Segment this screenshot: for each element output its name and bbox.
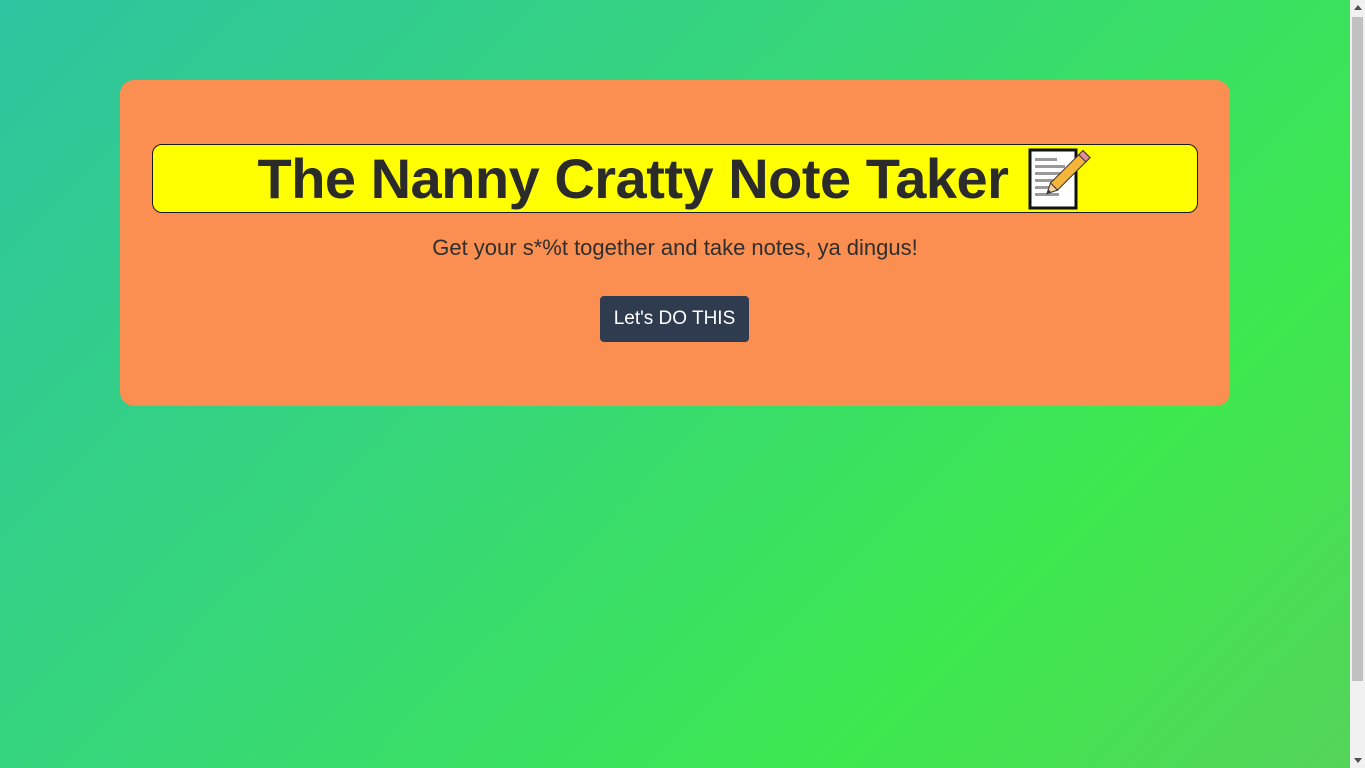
- landing-page: The Nanny Cratty Note Taker Get your s*%…: [0, 0, 1350, 768]
- memo-pencil-icon: [1026, 146, 1092, 212]
- scroll-down-arrow-icon[interactable]: [1350, 753, 1365, 768]
- tagline: Get your s*%t together and take notes, y…: [432, 235, 918, 260]
- title-banner: The Nanny Cratty Note Taker: [152, 144, 1198, 213]
- scroll-up-arrow-icon[interactable]: [1350, 0, 1365, 15]
- vertical-scrollbar[interactable]: [1350, 0, 1365, 768]
- hero-card: The Nanny Cratty Note Taker Get your s*%…: [120, 80, 1230, 406]
- get-started-button[interactable]: Let's DO THIS: [600, 296, 749, 342]
- page-title: The Nanny Cratty Note Taker: [257, 146, 1009, 210]
- scrollbar-thumb[interactable]: [1352, 17, 1363, 681]
